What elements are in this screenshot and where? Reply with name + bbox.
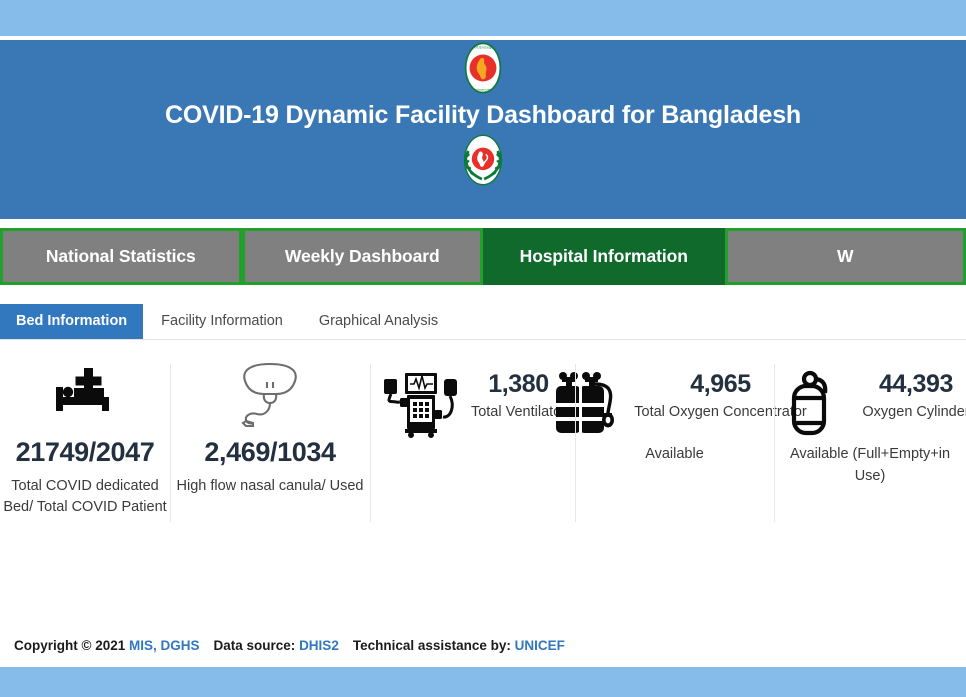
sub-tab-facility-information[interactable]: Facility Information xyxy=(143,304,301,340)
footer-assistance-label: Technical assistance by: xyxy=(353,638,511,653)
statistics-row: 21749/2047 Total COVID dedicated Bed/ To… xyxy=(0,340,966,540)
dghs-logo xyxy=(455,132,511,188)
main-tab-weekly-dashboard[interactable]: Weekly Dashboard xyxy=(242,228,484,285)
stat-card-oxygen-cylinder: 44,393 Oxygen Cylinder Available (Full+E… xyxy=(774,350,966,540)
stat-label: Oxygen Cylinder xyxy=(862,402,966,424)
stat-value: 2,469/1034 xyxy=(170,438,370,468)
stat-label-tail: Available xyxy=(575,444,774,466)
sub-tab-label: Bed Information xyxy=(16,313,127,329)
main-navigation: National Statistics Weekly Dashboard Hos… xyxy=(0,224,966,287)
page-bottom-strip xyxy=(0,667,966,697)
oxygen-cylinder-icon xyxy=(770,366,854,444)
top-emblem-container: গণপ্রজাতন্ত্রী বাংলাদেশ xyxy=(0,40,966,96)
content-panel: Bed Information Facility Information Gra… xyxy=(0,287,966,623)
main-tab-hospital-information[interactable]: Hospital Information xyxy=(483,228,725,285)
stat-value: 21749/2047 xyxy=(0,438,170,468)
stat-card-oxygen-concentrator: 4,965 Total Oxygen Concentrator Availabl… xyxy=(575,350,774,540)
government-of-bangladesh-emblem: গণপ্রজাতন্ত্রী বাংলাদেশ xyxy=(455,40,511,96)
page-top-strip xyxy=(0,0,966,36)
nasal-cannula-icon xyxy=(170,360,370,428)
stat-card-high-flow-nasal-cannula: 2,469/1034 High flow nasal canula/ Used xyxy=(170,350,370,540)
footer-copyright: Copyright © 2021 MIS, DGHS xyxy=(14,638,200,653)
footer-copyright-text: Copyright © 2021 xyxy=(14,638,125,653)
sub-tab-label: Facility Information xyxy=(161,313,283,329)
footer-data-source: Data source: DHIS2 xyxy=(214,638,339,653)
footer-dhis2-link[interactable]: DHIS2 xyxy=(299,638,339,653)
svg-text:গণপ্রজাতন্ত্রী: গণপ্রজাতন্ত্রী xyxy=(473,45,493,50)
main-tab-partially-visible[interactable]: W xyxy=(725,228,966,285)
sub-tab-bed-information[interactable]: Bed Information xyxy=(0,304,143,340)
hospital-bed-plus-icon xyxy=(0,360,170,428)
sub-tab-label: Graphical Analysis xyxy=(319,313,438,329)
main-tab-national-statistics[interactable]: National Statistics xyxy=(0,228,242,285)
stat-value: 44,393 xyxy=(862,370,966,399)
footer-unicef-link[interactable]: UNICEF xyxy=(515,638,565,653)
footer-assistance: Technical assistance by: UNICEF xyxy=(353,638,565,653)
sub-navigation: Bed Information Facility Information Gra… xyxy=(0,287,966,339)
oxygen-concentrator-icon xyxy=(542,366,626,444)
bottom-logo-container xyxy=(0,132,966,188)
stat-label: Total COVID dedicated Bed/ Total COVID P… xyxy=(0,476,170,518)
svg-text:বাংলাদেশ: বাংলাদেশ xyxy=(475,88,492,93)
stat-label: High flow nasal canula/ Used xyxy=(170,476,370,497)
page-title: COVID-19 Dynamic Facility Dashboard for … xyxy=(0,96,966,132)
site-footer: Copyright © 2021 MIS, DGHS Data source: … xyxy=(0,623,966,667)
main-tab-label: W xyxy=(837,246,853,267)
site-header: গণপ্রজাতন্ত্রী বাংলাদেশ COVID-19 Dynamic… xyxy=(0,40,966,219)
footer-data-source-label: Data source: xyxy=(214,638,296,653)
main-tab-label: Weekly Dashboard xyxy=(285,246,440,267)
stat-card-covid-beds: 21749/2047 Total COVID dedicated Bed/ To… xyxy=(0,350,170,540)
sub-tab-graphical-analysis[interactable]: Graphical Analysis xyxy=(301,304,456,340)
ventilator-icon xyxy=(379,366,463,444)
main-tab-label: Hospital Information xyxy=(520,246,688,267)
stat-label-tail: Available (Full+Empty+in Use) xyxy=(774,444,966,488)
footer-mis-dghs-link[interactable]: MIS, DGHS xyxy=(129,638,200,653)
main-tab-label: National Statistics xyxy=(46,246,196,267)
